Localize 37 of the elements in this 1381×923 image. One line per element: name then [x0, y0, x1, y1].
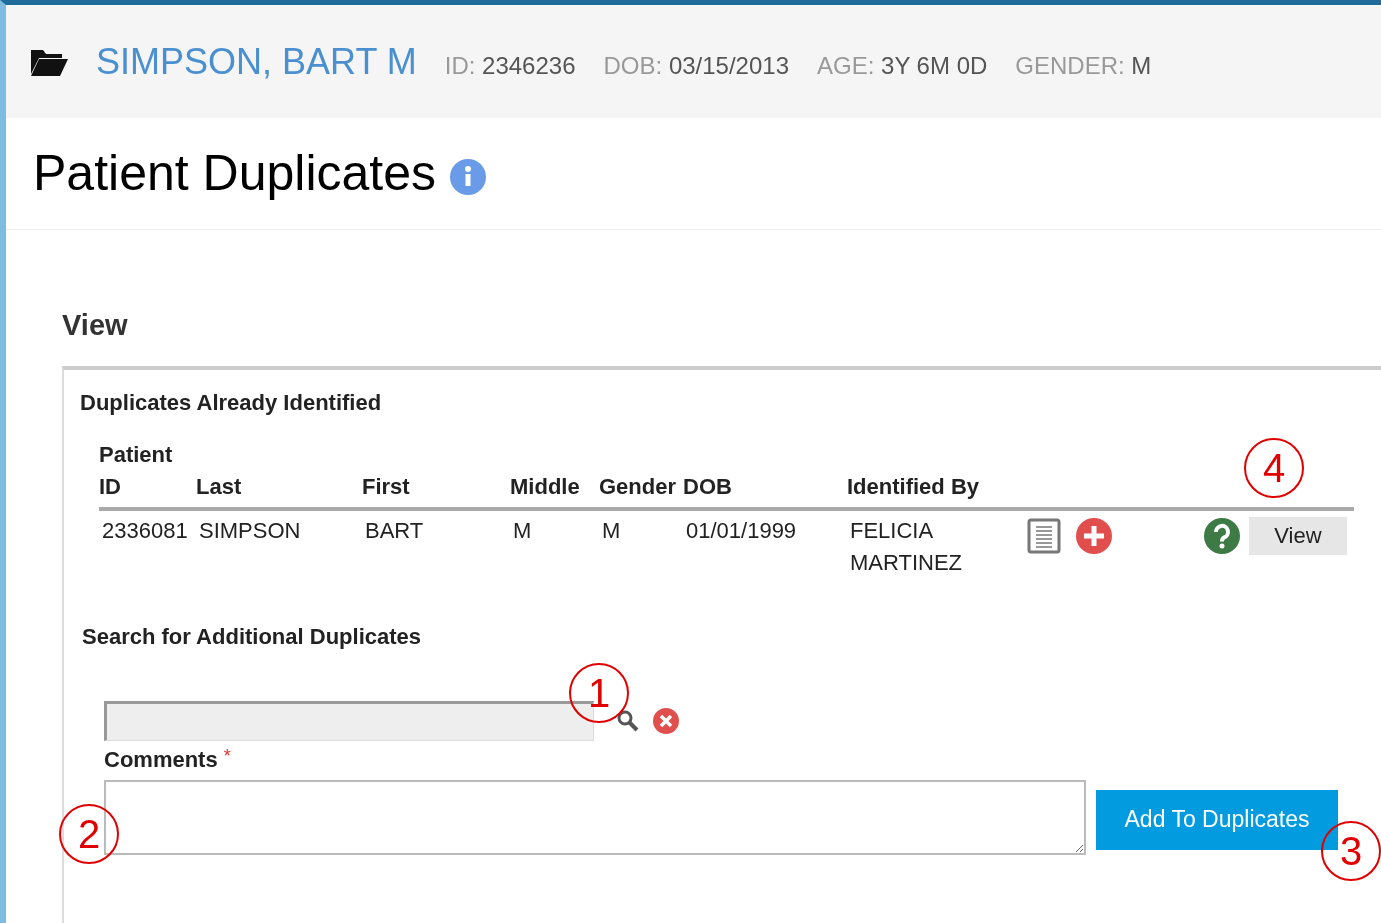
clear-icon[interactable]	[652, 706, 680, 735]
view-button[interactable]: View	[1249, 516, 1347, 555]
callout-number: 2	[59, 804, 119, 864]
table-cell: M	[513, 517, 532, 543]
patient-info: DOB: 03/15/2013	[603, 50, 789, 81]
add-icon[interactable]	[1075, 516, 1113, 555]
column-header: Patient ID	[99, 440, 174, 501]
column-header: Identified By	[847, 472, 980, 501]
table-cell: 01/01/1999	[686, 517, 797, 543]
field-label: Comments	[104, 745, 218, 774]
section-title: View	[62, 308, 129, 343]
column-header: First	[362, 472, 411, 501]
comments-field[interactable]	[104, 779, 1086, 855]
document-icon[interactable]	[1027, 517, 1061, 554]
table-cell: SIMPSON	[199, 517, 301, 543]
callout-number: 4	[1244, 438, 1304, 498]
table-cell: M	[602, 517, 621, 543]
callout-number: 1	[569, 663, 629, 723]
table-cell: 2336081	[102, 517, 188, 543]
table-cell: FELICIA MARTINEZ	[850, 517, 963, 575]
page-title: Patient Duplicates	[33, 144, 436, 203]
info-icon[interactable]	[450, 158, 486, 195]
callout-number: 3	[1321, 821, 1381, 881]
patient-info: AGE: 3Y 6M 0D	[817, 50, 988, 81]
panel-heading: Search for Additional Duplicates	[82, 622, 423, 651]
panel-heading: Duplicates Already Identified	[80, 388, 383, 417]
help-icon[interactable]	[1203, 516, 1241, 555]
search-icon[interactable]	[616, 708, 640, 733]
column-header: Gender	[599, 472, 678, 501]
column-header: Middle	[510, 472, 581, 501]
patient-info: GENDER: M	[1015, 50, 1152, 81]
column-header: DOB	[683, 472, 733, 501]
patient-info: ID: 2346236	[444, 50, 576, 81]
column-header: Last	[196, 472, 243, 501]
patient-name: SIMPSON, BART M	[96, 39, 417, 84]
table-cell: BART	[365, 517, 424, 543]
required-mark: *	[223, 744, 231, 768]
